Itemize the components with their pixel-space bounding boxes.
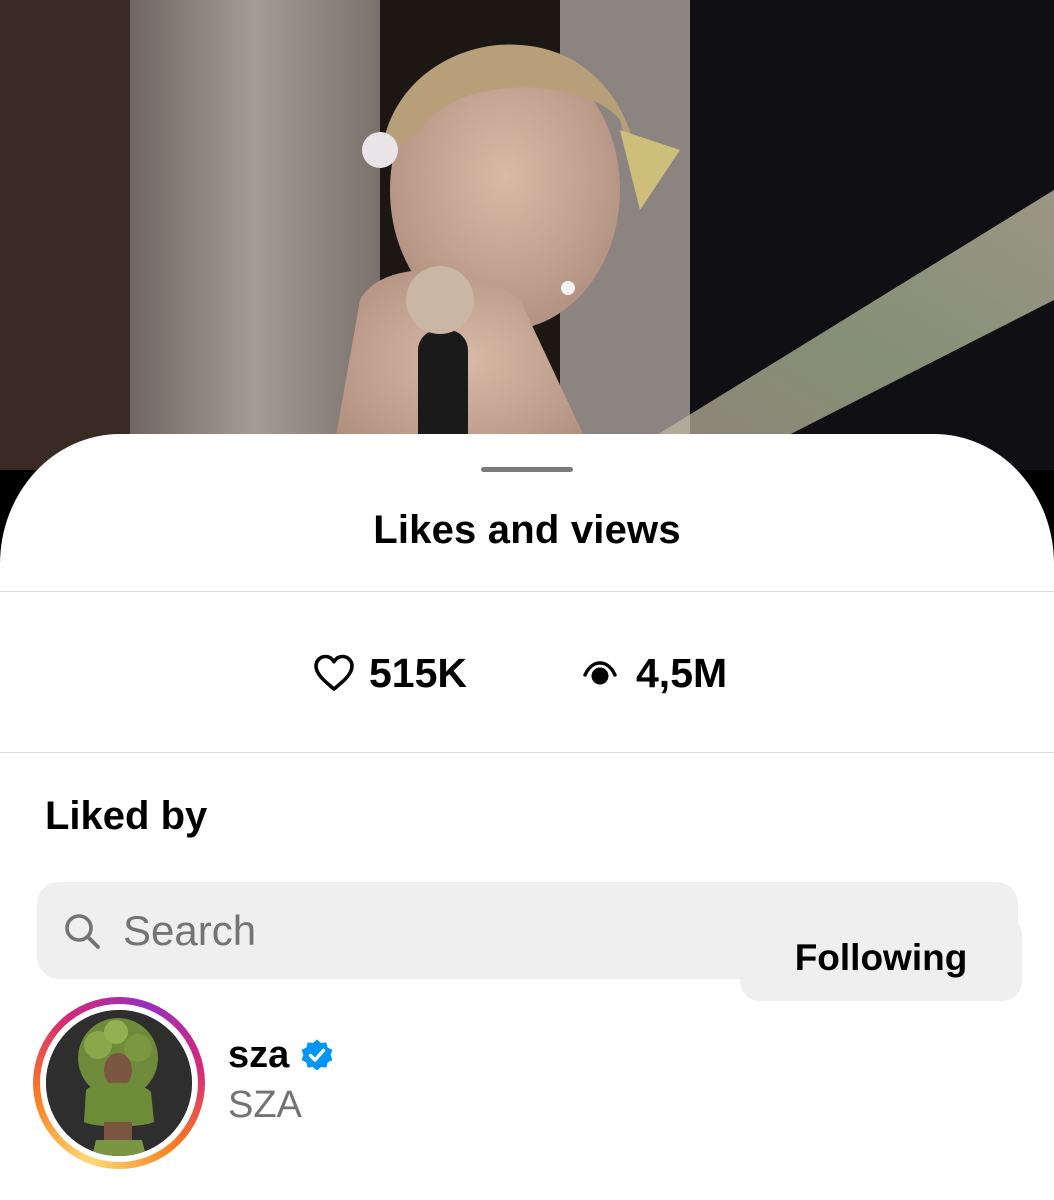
user-list-item[interactable]: sza SZA <box>0 994 1054 1184</box>
following-button[interactable]: Following <box>740 915 1022 1001</box>
video-background <box>0 0 1054 470</box>
divider <box>0 752 1054 753</box>
likes-stat: 515K <box>313 648 467 698</box>
heart-outline-icon <box>313 654 355 692</box>
video-frame-image <box>0 0 1054 470</box>
verified-badge-icon <box>299 1038 335 1074</box>
liked-by-heading: Liked by <box>45 794 208 838</box>
username-text: sza <box>228 1034 290 1076</box>
likes-count: 515K <box>369 649 468 696</box>
avatar <box>46 1010 192 1156</box>
stats-row: 515K 4,5M <box>0 648 1054 698</box>
sheet-title: Likes and views <box>373 508 681 552</box>
search-icon <box>63 912 101 950</box>
likes-and-views-sheet: Likes and views 515K 4,5M Liked by Searc… <box>0 434 1054 1200</box>
divider <box>0 591 1054 592</box>
eye-icon <box>582 658 618 688</box>
sheet-grabber-handle[interactable] <box>481 467 573 472</box>
avatar-image <box>46 1010 192 1156</box>
views-stat: 4,5M <box>582 648 727 698</box>
story-ring[interactable] <box>33 997 205 1169</box>
full-name: SZA <box>228 1084 302 1126</box>
views-count: 4,5M <box>636 649 728 696</box>
username[interactable]: sza <box>228 1034 335 1077</box>
